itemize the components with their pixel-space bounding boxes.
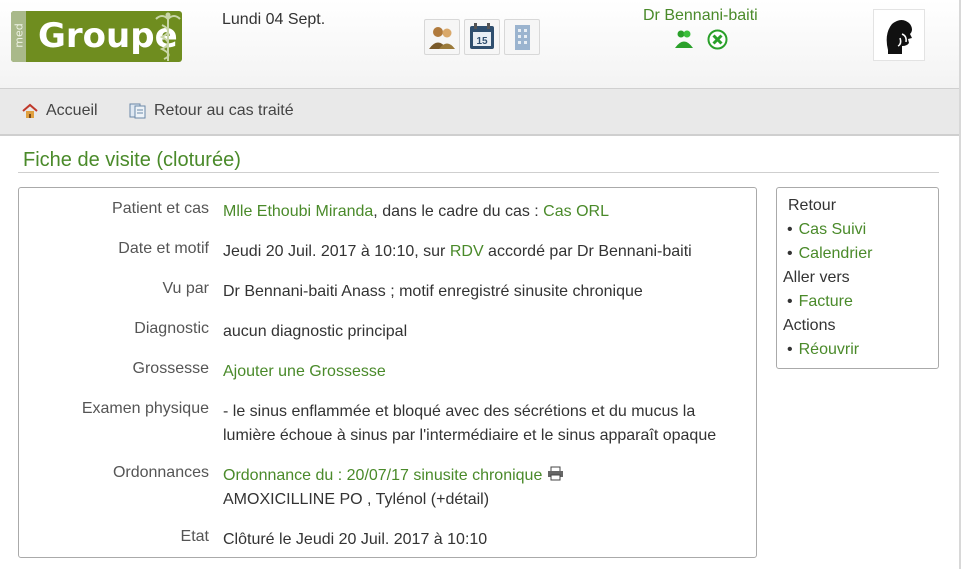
rdv-link[interactable]: RDV: [450, 243, 484, 260]
patient-value: Mlle Ethoubi Miranda, dans le cadre du c…: [223, 200, 609, 224]
exam-value: - le sinus enflammée et bloqué avec des …: [223, 400, 716, 448]
app-logo[interactable]: med Groupe: [11, 11, 182, 62]
bullet: •: [787, 293, 793, 310]
prescription-meds[interactable]: AMOXICILLINE PO , Tylénol (+détail): [223, 491, 489, 508]
caduceus-icon: [155, 12, 181, 61]
avatar-icon[interactable]: [873, 9, 925, 61]
close-circle-icon[interactable]: [707, 29, 728, 50]
nav-back-label: Retour au cas traité: [154, 102, 294, 119]
page-title: Fiche de visite (cloturée): [23, 149, 241, 171]
sidebar-link-calendrier[interactable]: • Calendrier: [787, 245, 872, 263]
bullet: •: [787, 221, 793, 238]
sidebar-link-facture[interactable]: • Facture: [787, 293, 853, 311]
printer-icon[interactable]: [547, 466, 564, 481]
nav-bar: Accueil Retour au cas traité: [0, 89, 959, 136]
exam-label: Examen physique: [81, 400, 209, 417]
prescriptions-value: Ordonnance du : 20/07/17 sinusite chroni…: [223, 464, 564, 512]
nav-back-link[interactable]: Retour au cas traité: [129, 102, 294, 120]
actions-sidebar: Retour • Cas Suivi • Calendrier Aller vers…: [776, 187, 939, 369]
sidebar-link-cas-suivi[interactable]: • Cas Suivi: [787, 221, 866, 239]
calendar-icon[interactable]: 15: [464, 19, 500, 55]
date-label: Date et motif: [118, 240, 209, 257]
sidebar-heading-actions: Actions: [783, 317, 836, 334]
exam-line-2: lumière échoue à sinus par l'intermédiai…: [223, 427, 717, 444]
patient-link[interactable]: Mlle Ethoubi Miranda: [223, 203, 373, 220]
sidebar-heading-goto: Aller vers: [783, 269, 850, 286]
pregnancy-label: Grossesse: [132, 360, 209, 377]
prescriptions-label: Ordonnances: [112, 464, 209, 481]
nav-home-link[interactable]: Accueil: [22, 102, 98, 120]
case-link[interactable]: Cas ORL: [543, 203, 609, 220]
sidebar-link-label: Cas Suivi: [798, 221, 867, 238]
user-status-icon[interactable]: [674, 29, 694, 49]
bullet: •: [787, 245, 793, 262]
logo-prefix: med: [12, 23, 26, 48]
title-divider: [18, 172, 939, 173]
sidebar-link-label: Facture: [798, 293, 853, 310]
sidebar-link-label: Calendrier: [798, 245, 873, 262]
visit-details-panel: Patient et cas Mlle Ethoubi Miranda, dan…: [18, 187, 757, 558]
date-end-text: accordé par Dr Bennani-baiti: [483, 243, 692, 260]
date-value: Jeudi 20 Juil. 2017 à 10:10, sur RDV acc…: [223, 240, 692, 264]
prescription-link[interactable]: Ordonnance du : 20/07/17 sinusite chroni…: [223, 467, 542, 484]
state-value: Clôturé le Jeudi 20 Juil. 2017 à 10:10: [223, 531, 488, 548]
diagnostic-value: aucun diagnostic principal: [223, 323, 408, 340]
seen-value: Dr Bennani-baiti Anass ; motif enregistr…: [223, 283, 643, 300]
state-label: Etat: [180, 528, 209, 545]
date-text: Jeudi 20 Juil. 2017 à 10:10, sur: [223, 243, 450, 260]
sidebar-link-reopen[interactable]: • Réouvrir: [787, 341, 859, 359]
document-icon: [129, 103, 146, 119]
building-icon[interactable]: [504, 19, 540, 55]
patients-icon[interactable]: [424, 19, 460, 55]
diagnostic-label: Diagnostic: [134, 320, 209, 337]
nav-home-label: Accueil: [46, 102, 98, 119]
exam-line-1: - le sinus enflammée et bloqué avec des …: [223, 403, 696, 420]
patient-mid-text: , dans le cadre du cas :: [373, 203, 544, 220]
current-date: Lundi 04 Sept.: [222, 11, 326, 28]
sidebar-heading-back: Retour: [788, 197, 837, 214]
app-header: med Groupe Lundi 04 Sept. 15 Dr Bennani-…: [0, 0, 961, 89]
home-icon: [22, 103, 38, 118]
sidebar-link-label: Réouvrir: [798, 341, 860, 358]
seen-label: Vu par: [162, 280, 209, 297]
add-pregnancy-link[interactable]: Ajouter une Grossesse: [223, 360, 386, 384]
patient-label: Patient et cas: [112, 200, 209, 217]
doctor-name[interactable]: Dr Bennani-baiti: [643, 7, 758, 25]
bullet: •: [787, 341, 793, 358]
calendar-day: 15: [476, 36, 488, 47]
